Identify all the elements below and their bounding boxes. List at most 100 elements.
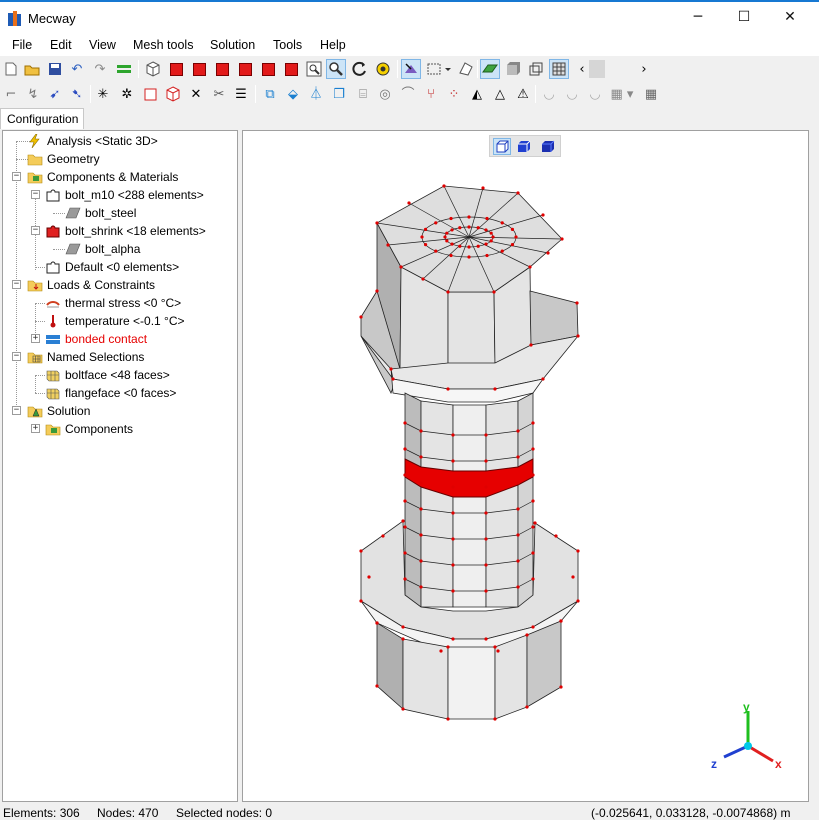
tree-item-bolt-shrink[interactable]: bolt_shrink <18 elements> [45, 222, 206, 240]
film-icon[interactable]: ▦ ▾ [608, 84, 636, 104]
bolt-mesh-model[interactable]: y x z [243, 131, 808, 801]
tree-label-analysis: Analysis <Static 3D> [47, 134, 158, 148]
tree-item-flangeface[interactable]: flangeface <0 faces> [45, 384, 176, 402]
tree-line [35, 321, 45, 322]
redo-icon[interactable]: ↷ [90, 59, 110, 79]
zoom-icon[interactable] [326, 59, 346, 79]
pan-icon[interactable] [373, 59, 393, 79]
arc-3-icon[interactable]: ◡ [585, 84, 605, 104]
tree-item-solution-components[interactable]: Components [45, 420, 133, 438]
mesh-node [525, 705, 529, 709]
tree-item-components-materials[interactable]: Components & Materials [27, 168, 178, 186]
save-icon[interactable] [45, 59, 65, 79]
mesh-node [399, 265, 403, 269]
arc-icon[interactable]: ◡ [539, 84, 559, 104]
tree-item-boltface[interactable]: boltface <48 faces> [45, 366, 170, 384]
tree-label-bonded-contact: bonded contact [65, 332, 148, 346]
mesh-node [451, 563, 455, 567]
tree-item-temperature[interactable]: temperature <-0.1 °C> [45, 312, 185, 330]
open-folder-icon[interactable] [22, 59, 42, 79]
tree-item-bolt-m10[interactable]: bolt_m10 <288 elements> [45, 186, 204, 204]
view-top-icon[interactable] [258, 59, 278, 79]
tree-item-geometry[interactable]: Geometry [27, 150, 100, 168]
view-left-icon[interactable] [212, 59, 232, 79]
tree-item-bolt-alpha[interactable]: bolt_alpha [65, 240, 140, 258]
select-connected-icon[interactable] [456, 59, 476, 79]
menu-solution[interactable]: Solution [210, 38, 255, 52]
select-icon[interactable] [401, 59, 421, 79]
rotate-icon[interactable] [350, 59, 370, 79]
tree-item-solution[interactable]: Solution [27, 402, 90, 420]
view-back-icon[interactable] [189, 59, 209, 79]
toolbar-scroll-thumb[interactable] [589, 60, 605, 78]
collapse-toggle[interactable]: − [12, 352, 21, 361]
select-faces-icon[interactable]: ➹ [45, 84, 65, 104]
surface-icon[interactable] [480, 59, 500, 79]
cylinder-icon[interactable]: ⌸ [353, 84, 373, 104]
select-elements-icon[interactable]: ↯ [23, 84, 43, 104]
expand-toggle[interactable]: + [31, 334, 40, 343]
collapse-toggle[interactable]: − [12, 172, 21, 181]
model-viewport[interactable]: y x z [242, 130, 809, 802]
equals-icon[interactable] [114, 59, 134, 79]
wireframe-icon[interactable] [526, 59, 546, 79]
tree-item-bolt-steel[interactable]: bolt_steel [65, 204, 136, 222]
cube-outline-icon[interactable] [163, 84, 183, 104]
mesh-node [516, 429, 520, 433]
undo-icon[interactable]: ↶ [67, 59, 87, 79]
bend-icon[interactable]: ⌒ [398, 84, 418, 104]
refine-icon[interactable]: ☰ [231, 84, 251, 104]
cross-icon[interactable]: ✕ [186, 84, 206, 104]
tree-item-named-selections[interactable]: Named Selections [27, 348, 144, 366]
collapse-toggle[interactable]: − [31, 226, 40, 235]
minimize-button[interactable]: ─ [675, 2, 721, 34]
expand-toggle[interactable]: + [31, 424, 40, 433]
triangle-icon[interactable]: △ [490, 84, 510, 104]
collapse-toggle[interactable]: − [12, 406, 21, 415]
select-region-icon[interactable] [425, 59, 453, 79]
tab-configuration[interactable]: Configuration [0, 108, 84, 129]
tree-item-bonded-contact[interactable]: bonded contact [45, 330, 147, 348]
explode-icon[interactable]: ✳ [93, 84, 113, 104]
cut-icon[interactable]: ✂ [209, 84, 229, 104]
select-edges-icon[interactable]: ➷ [67, 84, 87, 104]
tree-item-loads-constraints[interactable]: Loads & Constraints [27, 276, 155, 294]
zoom-box-icon[interactable] [304, 59, 324, 79]
menu-view[interactable]: View [89, 38, 116, 52]
table-icon[interactable]: ▦ [641, 84, 661, 104]
close-button[interactable]: ✕ [767, 2, 813, 34]
revolve-icon[interactable]: ⬙ [283, 84, 303, 104]
mesh-icon[interactable] [549, 59, 569, 79]
y-split-icon[interactable]: ⑂ [421, 84, 441, 104]
tree-item-thermal-stress[interactable]: thermal stress <0 °C> [45, 294, 181, 312]
scatter-icon[interactable]: ⁘ [444, 84, 464, 104]
maximize-button[interactable]: ☐ [721, 2, 767, 34]
scroll-right-icon[interactable]: › [634, 59, 654, 79]
material-icon [65, 206, 81, 220]
tree-item-default[interactable]: Default <0 elements> [45, 258, 179, 276]
view-right-icon[interactable] [235, 59, 255, 79]
extrude-icon[interactable]: ⧉ [260, 84, 280, 104]
torus-icon[interactable]: ◎ [375, 84, 395, 104]
square-icon[interactable] [140, 84, 160, 104]
triangle-outline-icon[interactable]: ⚠ [513, 84, 533, 104]
menu-mesh-tools[interactable]: Mesh tools [133, 38, 193, 52]
menu-edit[interactable]: Edit [50, 38, 72, 52]
collapse-toggle[interactable]: − [31, 190, 40, 199]
tree-item-analysis[interactable]: Analysis <Static 3D> [27, 132, 158, 150]
menu-tools[interactable]: Tools [273, 38, 302, 52]
arc-2-icon[interactable]: ◡ [562, 84, 582, 104]
mirror-icon[interactable]: ⏃ [306, 84, 326, 104]
menu-help[interactable]: Help [320, 38, 346, 52]
select-nodes-icon[interactable]: ⌐ [1, 84, 21, 104]
explode-2-icon[interactable]: ✲ [117, 84, 137, 104]
new-file-icon[interactable] [1, 59, 21, 79]
fill-icon[interactable]: ◭ [467, 84, 487, 104]
collapse-toggle[interactable]: − [12, 280, 21, 289]
view-front-icon[interactable] [166, 59, 186, 79]
shaded-icon[interactable] [503, 59, 523, 79]
copy-icon[interactable]: ❐ [329, 84, 349, 104]
menu-file[interactable]: File [12, 38, 32, 52]
view-iso-icon[interactable] [143, 59, 163, 79]
view-bottom-icon[interactable] [281, 59, 301, 79]
